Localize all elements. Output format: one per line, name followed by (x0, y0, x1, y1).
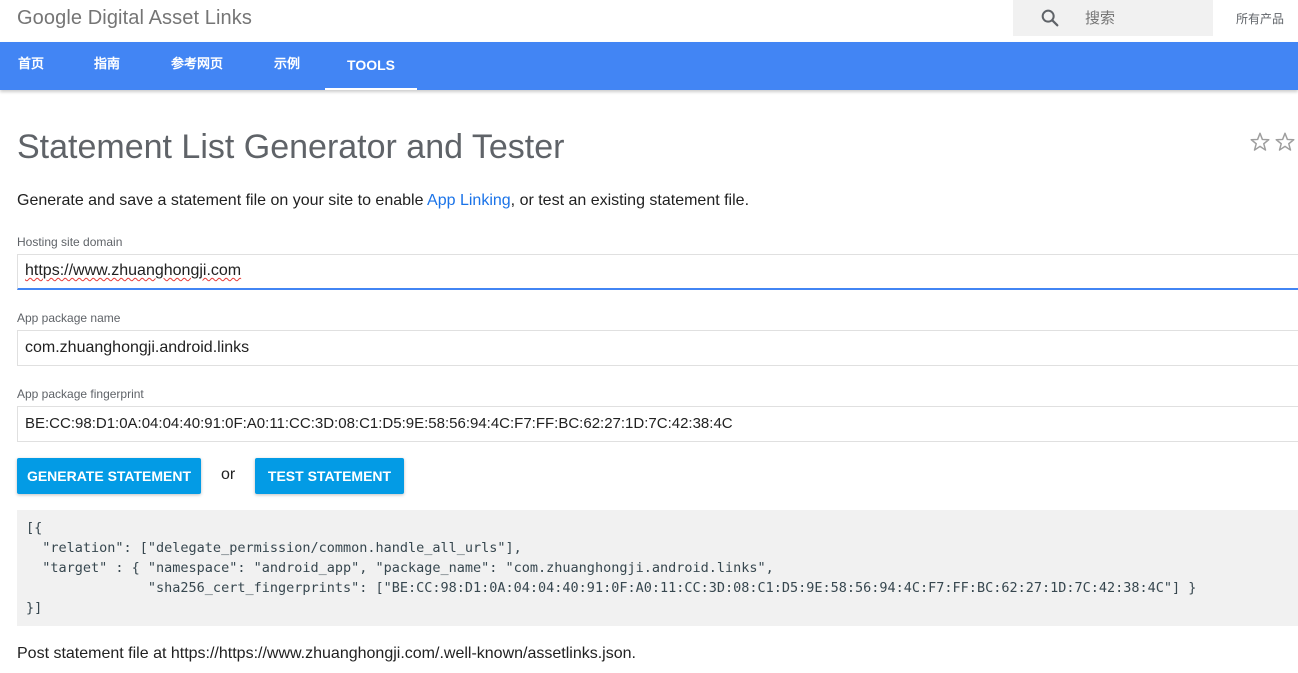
top-bar: Google Digital Asset Links 所有产品 (0, 0, 1298, 42)
search-icon[interactable] (1039, 7, 1061, 29)
app-linking-link[interactable]: App Linking (427, 192, 511, 209)
nav-bar: 首页 指南 参考网页 示例 TOOLS (0, 42, 1298, 90)
search-input[interactable] (1085, 6, 1205, 30)
fingerprint-input[interactable] (17, 406, 1298, 442)
statement-code-block[interactable]: [{ "relation": ["delegate_permission/com… (17, 510, 1298, 626)
intro-text-end: , or test an existing statement file. (510, 192, 750, 209)
tab-samples[interactable]: 示例 (272, 42, 302, 90)
fingerprint-label: App package fingerprint (17, 387, 144, 401)
rating-stars[interactable] (1249, 131, 1298, 153)
hosting-domain-label: Hosting site domain (17, 235, 123, 249)
intro-text-start: Generate and save a statement file on yo… (17, 192, 428, 209)
test-statement-button[interactable]: TEST STATEMENT (255, 458, 404, 494)
tab-home[interactable]: 首页 (17, 42, 45, 90)
tab-guides[interactable]: 指南 (92, 42, 122, 90)
page-title: Statement List Generator and Tester (17, 128, 565, 166)
hosting-domain-input[interactable] (17, 254, 1298, 290)
tab-reference[interactable]: 参考网页 (168, 42, 226, 90)
search-box[interactable] (1013, 0, 1213, 36)
tab-tools[interactable]: TOOLS (325, 42, 417, 90)
generate-statement-button[interactable]: GENERATE STATEMENT (17, 458, 201, 494)
or-separator: or (221, 466, 236, 483)
package-name-label: App package name (17, 311, 121, 325)
star-outline-icon[interactable] (1274, 131, 1296, 153)
star-outline-icon[interactable] (1249, 131, 1271, 153)
site-brand[interactable]: Google Digital Asset Links (17, 7, 252, 30)
intro-text: Generate and save a statement file on yo… (17, 192, 749, 210)
package-name-input[interactable] (17, 330, 1298, 366)
all-products-link[interactable]: 所有产品 (1236, 10, 1284, 27)
post-statement-text: Post statement file at https://https://w… (17, 645, 636, 662)
